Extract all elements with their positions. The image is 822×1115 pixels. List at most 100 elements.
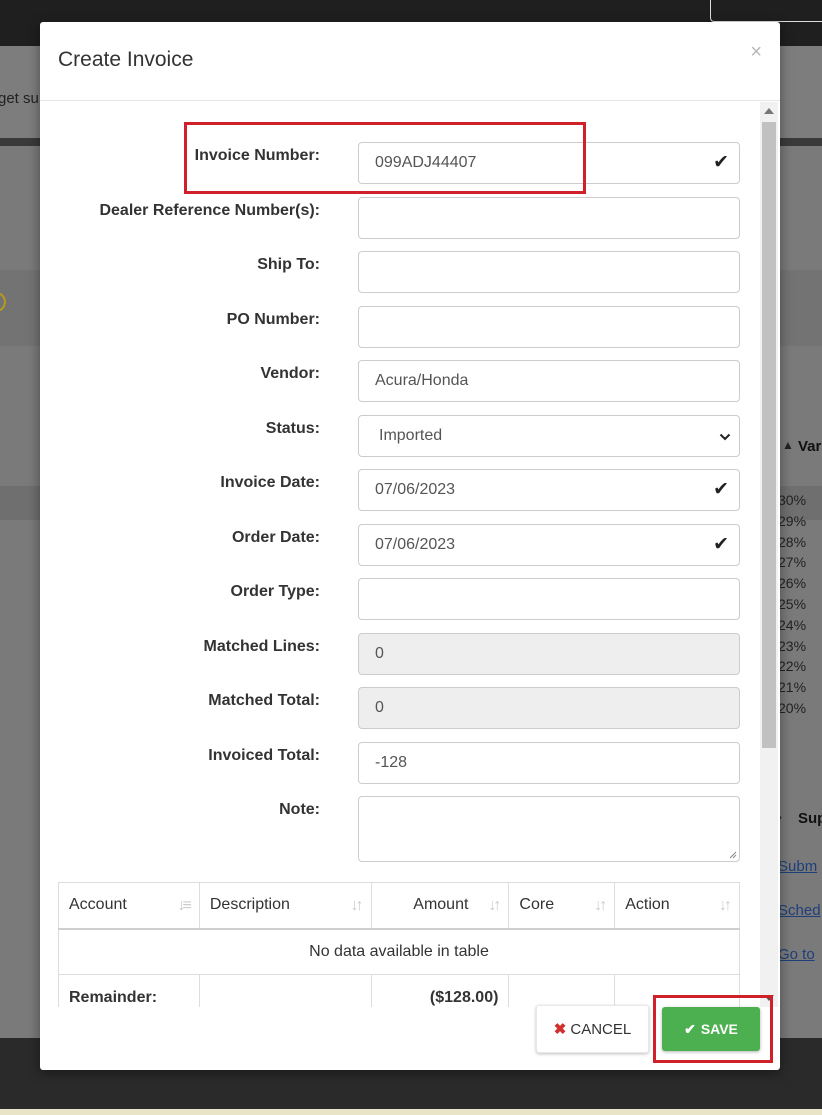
cancel-button[interactable]: ✖ CANCEL: [536, 1005, 649, 1053]
background-arrow-icon: ▲: [782, 438, 794, 452]
invoice-date-value: 07/06/2023: [375, 481, 456, 498]
status-label: Status:: [265, 420, 320, 437]
dealer-reference-label: Dealer Reference Number(s):: [99, 202, 320, 219]
axis-tick-label: 23%: [778, 637, 807, 654]
modal-header: Create Invoice ×: [40, 22, 780, 101]
axis-tick-label: 24%: [778, 616, 807, 633]
order-date-label: Order Date:: [231, 529, 320, 546]
scrollbar-thumb[interactable]: [762, 122, 776, 748]
invoiced-total-label: Invoiced Total:: [208, 747, 320, 764]
vendor-label: Vendor:: [260, 365, 320, 382]
column-header-account[interactable]: Account ↓≡: [58, 882, 200, 930]
column-label: Description: [209, 896, 290, 914]
background-footer-strip: [0, 1109, 822, 1115]
background-section-title: Sup: [798, 810, 822, 827]
po-number-input[interactable]: [358, 306, 740, 348]
dealer-reference-input[interactable]: [358, 197, 740, 239]
checkmark-icon: ✔: [713, 534, 729, 555]
remainder-amount: ($128.00): [370, 974, 510, 1007]
axis-tick-label: 25%: [778, 595, 807, 612]
axis-tick-label: 27%: [778, 554, 807, 571]
table-row-remainder: Remainder: ($128.00): [58, 974, 740, 1007]
modal-scrollbar[interactable]: [760, 102, 778, 1007]
axis-tick-label: 28%: [778, 533, 807, 550]
modal-body: Invoice Number: 099ADJ44407 ✔ Dealer Ref…: [40, 102, 780, 1007]
ship-to-label: Ship To:: [257, 256, 320, 273]
order-type-label: Order Type:: [230, 583, 321, 600]
modal-title: Create Invoice: [58, 48, 194, 71]
matched-lines-value: 0: [375, 645, 384, 662]
sort-icon: ↓↑: [350, 897, 364, 914]
background-chart-title: Var: [798, 438, 822, 455]
axis-tick-label: 29%: [778, 512, 807, 529]
note-textarea[interactable]: [358, 796, 740, 862]
matched-lines-row: Matched Lines: 0: [40, 633, 760, 675]
table-row: No data available in table: [58, 928, 740, 975]
column-header-amount[interactable]: Amount ↓↑: [370, 882, 510, 930]
invoiced-total-row: Invoiced Total: -128: [40, 742, 760, 784]
checkmark-icon: ✔: [684, 1020, 696, 1037]
matched-total-value: 0: [375, 699, 384, 716]
ship-to-input[interactable]: [358, 251, 740, 293]
remainder-core: [508, 974, 616, 1007]
vendor-value: Acura/Honda: [375, 372, 469, 389]
invoice-date-input[interactable]: 07/06/2023 ✔: [358, 469, 740, 511]
background-axis-ticks: 30% 29% 28% 27% 26% 25% 24% 23% 22% 21% 20%: [778, 490, 822, 719]
background-link-submit[interactable]: Subm: [778, 858, 817, 875]
po-number-row: PO Number:: [40, 306, 760, 348]
create-invoice-modal: Create Invoice × Invoice Number: 099ADJ4…: [40, 22, 780, 1070]
remainder-action: [614, 974, 740, 1007]
order-type-input[interactable]: [358, 578, 740, 620]
sort-icon: ↓↑: [488, 897, 501, 914]
close-icon: ✖: [553, 1021, 567, 1038]
invoiced-total-value: -128: [375, 754, 408, 771]
invoice-lines-table: Account ↓≡ Description ↓↑ Amount ↓↑ Core ↓↑ …: [58, 882, 740, 1007]
column-label: Amount: [413, 896, 469, 914]
invoice-number-value: 099ADJ44407: [375, 154, 477, 171]
axis-tick-label: 22%: [778, 658, 807, 675]
column-label: Account: [69, 896, 127, 914]
invoice-number-label: Invoice Number:: [194, 147, 320, 164]
background-text: get su: [0, 90, 39, 107]
status-value: Imported: [379, 427, 443, 444]
column-header-action[interactable]: Action ↓↑: [614, 882, 740, 930]
matched-lines-label: Matched Lines:: [203, 638, 320, 655]
scroll-down-icon[interactable]: [764, 995, 774, 1001]
invoice-date-label: Invoice Date:: [220, 474, 320, 491]
column-header-description[interactable]: Description ↓↑: [198, 882, 372, 930]
note-row: Note:: [40, 796, 760, 862]
background-link-schedule[interactable]: Sched: [778, 902, 821, 919]
empty-table-message: No data available in table: [58, 928, 740, 975]
close-icon[interactable]: ×: [750, 41, 762, 64]
vendor-input[interactable]: Acura/Honda: [358, 360, 740, 402]
checkmark-icon: ✔: [713, 479, 729, 500]
invoiced-total-input[interactable]: -128: [358, 742, 740, 784]
modal-footer: ✖ CANCEL ✔ SAVE: [40, 995, 780, 1070]
sort-icon: ↓↑: [719, 897, 732, 914]
axis-tick-label: 20%: [778, 699, 807, 716]
sort-icon: ↓≡: [177, 897, 192, 914]
vendor-row: Vendor: Acura/Honda: [40, 360, 760, 402]
column-header-core[interactable]: Core ↓↑: [508, 882, 616, 930]
ship-to-row: Ship To:: [40, 251, 760, 293]
invoice-number-input[interactable]: 099ADJ44407 ✔: [358, 142, 740, 184]
column-label: Core: [519, 896, 555, 914]
order-type-row: Order Type:: [40, 578, 760, 620]
order-date-input[interactable]: 07/06/2023 ✔: [358, 524, 740, 566]
invoice-number-row: Invoice Number: 099ADJ44407 ✔: [40, 142, 760, 184]
scroll-up-icon[interactable]: [764, 108, 774, 114]
background-link-goto[interactable]: Go to: [778, 946, 815, 963]
matched-total-row: Matched Total: 0: [40, 687, 760, 729]
background-header-outline: [710, 0, 822, 22]
axis-tick-label: 21%: [778, 679, 807, 696]
remainder-label: Remainder:: [58, 974, 200, 1007]
axis-tick-label: 30%: [778, 492, 807, 508]
table-header-row: Account ↓≡ Description ↓↑ Amount ↓↑ Core ↓↑ …: [58, 882, 740, 930]
cancel-button-label: CANCEL: [570, 1020, 632, 1038]
invoice-date-row: Invoice Date: 07/06/2023 ✔: [40, 469, 760, 511]
order-date-value: 07/06/2023: [375, 536, 456, 553]
status-select[interactable]: Imported: [358, 415, 740, 457]
column-label: Action: [625, 896, 670, 914]
save-button[interactable]: ✔ SAVE: [662, 1007, 760, 1051]
resize-handle-icon[interactable]: [727, 849, 737, 859]
